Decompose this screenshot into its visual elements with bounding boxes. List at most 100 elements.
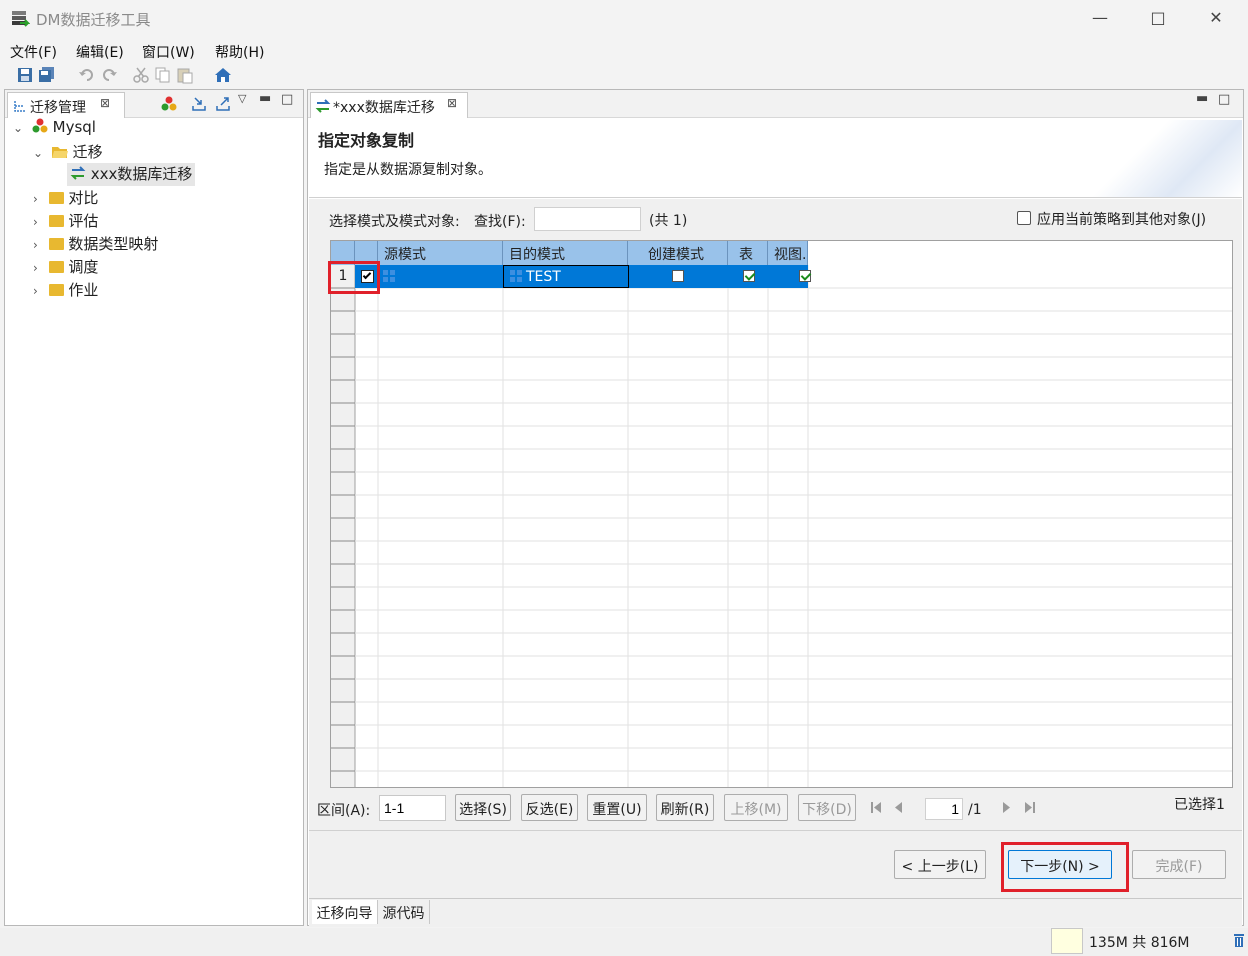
target-schema-cell[interactable]: TEST [503, 265, 629, 288]
redo-icon[interactable] [100, 66, 118, 84]
close-tab-icon[interactable]: ⊠ [447, 96, 457, 110]
first-page-icon[interactable] [870, 801, 882, 814]
maximize-view-icon[interactable]: □ [1218, 92, 1230, 107]
tree-label: Mysql [52, 118, 96, 136]
close-button[interactable]: ✕ [1201, 8, 1231, 27]
trash-icon[interactable] [1232, 932, 1246, 948]
tree-node-type-mapping[interactable]: › 数据类型映射 [33, 233, 158, 256]
migration-arrows-icon [315, 99, 331, 113]
tree-node-migration[interactable]: ⌄ 迁移 [33, 141, 103, 164]
finish-button[interactable]: 完成(F) [1132, 850, 1226, 879]
column-header-tables[interactable]: 表 [728, 241, 768, 265]
invert-button[interactable]: 反选(E) [521, 794, 578, 821]
move-up-button[interactable]: 上移(M) [724, 794, 788, 821]
folder-icon [48, 284, 64, 296]
save-icon[interactable] [16, 66, 34, 84]
minimize-button[interactable]: — [1085, 8, 1115, 27]
save-all-icon[interactable] [38, 66, 56, 84]
tree-label: 迁移 [72, 143, 103, 161]
tree-node-migration-item[interactable]: xxx数据库迁移 [67, 163, 196, 186]
tree-node-mysql[interactable]: ⌄ Mysql [13, 118, 96, 141]
app-icon [12, 11, 30, 27]
expand-arrow-icon[interactable]: ⌄ [33, 146, 43, 160]
undo-icon[interactable] [78, 66, 96, 84]
menu-file[interactable]: 文件(F) [10, 42, 57, 62]
tab-label: 迁移管理 [30, 100, 86, 116]
page-input[interactable] [925, 798, 963, 820]
menu-window[interactable]: 窗口(W) [142, 42, 195, 62]
status-bar: 135M 共 816M [0, 928, 1248, 956]
range-input[interactable] [379, 795, 446, 821]
minimize-view-icon[interactable]: ▬ [259, 91, 271, 106]
column-header-target[interactable]: 目的模式 [503, 241, 628, 265]
cut-icon[interactable] [132, 66, 150, 84]
apply-policy-checkbox[interactable] [1017, 211, 1031, 225]
page-total: /1 [968, 802, 982, 818]
tables-checkbox[interactable] [743, 270, 755, 282]
left-tab-bar: 迁移管理 ⊠ ▽ ▬ □ [5, 90, 303, 118]
column-header-views[interactable]: 视图. [768, 241, 808, 265]
apply-policy-label: 应用当前策略到其他对象(J) [1037, 212, 1207, 228]
tree-label: 调度 [68, 258, 99, 276]
paste-icon[interactable] [176, 66, 194, 84]
expand-arrow-icon[interactable]: ⌄ [13, 121, 23, 135]
tree-label: 评估 [68, 212, 99, 230]
find-label: 查找(F): [474, 214, 526, 230]
import-icon[interactable] [191, 96, 207, 112]
range-label: 区间(A): [317, 803, 371, 819]
maximize-view-icon[interactable]: □ [281, 92, 293, 107]
next-page-icon[interactable] [1002, 801, 1012, 814]
minimize-view-icon[interactable]: ▬ [1196, 91, 1208, 106]
tab-migration-wizard[interactable]: 迁移向导 [312, 900, 378, 924]
expand-arrow-icon[interactable]: › [33, 215, 38, 229]
tab-source-code[interactable]: 源代码 [378, 900, 430, 924]
export-icon[interactable] [215, 96, 231, 112]
tree-node-job[interactable]: › 作业 [33, 279, 98, 302]
count-text: (共 1) [649, 213, 688, 229]
tree-node-compare[interactable]: › 对比 [33, 187, 98, 210]
wizard-header: 指定对象复制 指定是从数据源复制对象。 [309, 120, 1242, 198]
expand-arrow-icon[interactable]: › [33, 238, 38, 252]
separator [309, 898, 1242, 899]
folder-icon [48, 261, 64, 273]
menu-help[interactable]: 帮助(H) [215, 42, 264, 62]
expand-arrow-icon[interactable]: › [33, 192, 38, 206]
table-row[interactable]: TEST [355, 265, 812, 288]
views-checkbox[interactable] [799, 270, 812, 282]
create-schema-checkbox[interactable] [672, 270, 684, 282]
connection-icon[interactable] [161, 96, 177, 112]
separator [309, 830, 1242, 831]
expand-arrow-icon[interactable]: › [33, 284, 38, 298]
select-label: 选择模式及模式对象: [329, 214, 460, 230]
tree-label: 作业 [68, 281, 99, 299]
folder-icon [48, 192, 64, 204]
expand-arrow-icon[interactable]: › [33, 261, 38, 275]
title-bar: DM数据迁移工具 — □ ✕ [0, 0, 1248, 38]
close-tab-icon[interactable]: ⊠ [100, 96, 110, 110]
grid-lines [331, 241, 1232, 787]
highlight-box [328, 261, 380, 294]
view-menu-icon[interactable]: ▽ [238, 92, 246, 105]
menu-edit[interactable]: 编辑(E) [76, 42, 124, 62]
wizard-title: 指定对象复制 [318, 131, 415, 150]
reset-button[interactable]: 重置(U) [587, 794, 647, 821]
select-button[interactable]: 选择(S) [455, 794, 511, 821]
tree-node-evaluate[interactable]: › 评估 [33, 210, 98, 233]
tab-migration-manager[interactable]: 迁移管理 ⊠ [7, 92, 125, 118]
copy-icon[interactable] [154, 66, 172, 84]
tab-migration-editor[interactable]: *xxx数据库迁移 ⊠ [310, 92, 468, 118]
maximize-button[interactable]: □ [1143, 8, 1173, 27]
find-input[interactable] [534, 207, 641, 231]
prev-page-icon[interactable] [893, 801, 903, 814]
last-page-icon[interactable] [1024, 801, 1036, 814]
highlight-box [1001, 842, 1129, 892]
tree-node-schedule[interactable]: › 调度 [33, 256, 98, 279]
move-down-button[interactable]: 下移(D) [798, 794, 856, 821]
column-header-create[interactable]: 创建模式 [628, 241, 728, 265]
memory-text: 135M 共 816M [1089, 935, 1190, 951]
refresh-button[interactable]: 刷新(R) [656, 794, 714, 821]
column-header-source[interactable]: 源模式 [378, 241, 503, 265]
home-icon[interactable] [214, 66, 232, 84]
prev-step-button[interactable]: < 上一步(L) [894, 850, 986, 879]
schema-icon [510, 270, 522, 282]
